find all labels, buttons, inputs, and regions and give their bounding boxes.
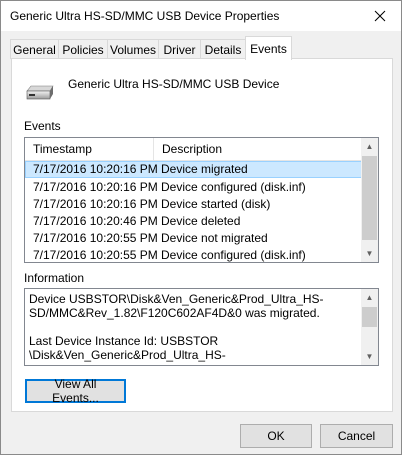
cancel-button[interactable]: Cancel xyxy=(320,424,393,448)
information-scrollbar[interactable]: ▲ ▼ xyxy=(361,289,378,365)
tab-policies[interactable]: Policies xyxy=(58,39,108,59)
event-description: Device configured (disk.inf) xyxy=(161,180,306,194)
tab-driver[interactable]: Driver xyxy=(158,39,201,59)
event-timestamp: 7/17/2016 10:20:16 PM xyxy=(33,180,158,194)
events-scrollbar[interactable]: ▲ ▼ xyxy=(361,138,378,262)
event-description: Device started (disk) xyxy=(161,197,271,211)
scrollbar-thumb[interactable] xyxy=(362,307,377,327)
scroll-up-arrow-icon[interactable]: ▲ xyxy=(361,289,378,306)
event-description: Device deleted xyxy=(161,214,241,228)
information-text: Device USBSTOR\Disk&Ven_Generic&Prod_Ult… xyxy=(29,292,324,362)
events-list[interactable]: Timestamp Description 7/17/2016 10:20:16… xyxy=(24,137,379,263)
event-timestamp: 7/17/2016 10:20:16 PM xyxy=(33,197,158,211)
column-header-description[interactable]: Description xyxy=(154,138,362,160)
ok-button[interactable]: OK xyxy=(240,424,312,448)
tab-general[interactable]: General xyxy=(10,39,59,59)
device-name: Generic Ultra HS-SD/MMC USB Device xyxy=(68,77,280,91)
events-list-header: Timestamp Description xyxy=(25,138,362,161)
event-description: Device not migrated xyxy=(161,231,268,245)
properties-dialog: Generic Ultra HS-SD/MMC USB Device Prope… xyxy=(0,0,402,455)
event-timestamp: 7/17/2016 10:20:55 PM xyxy=(33,231,158,245)
column-header-timestamp[interactable]: Timestamp xyxy=(25,138,153,160)
event-row[interactable]: 7/17/2016 10:20:55 PM Device not migrate… xyxy=(25,230,362,247)
scroll-up-arrow-icon[interactable]: ▲ xyxy=(361,138,378,155)
event-description: Device migrated xyxy=(161,162,248,176)
event-row[interactable]: 7/17/2016 10:20:16 PM Device migrated xyxy=(25,161,362,178)
information-label: Information xyxy=(24,271,85,285)
event-timestamp: 7/17/2016 10:20:16 PM xyxy=(33,162,158,176)
information-textbox[interactable]: Device USBSTOR\Disk&Ven_Generic&Prod_Ult… xyxy=(24,288,379,366)
tab-events[interactable]: Events xyxy=(245,36,292,60)
tab-details[interactable]: Details xyxy=(200,39,246,59)
scrollbar-thumb[interactable] xyxy=(362,156,377,240)
tab-strip: General Policies Volumes Driver Details … xyxy=(1,31,401,61)
event-timestamp: 7/17/2016 10:20:55 PM xyxy=(33,248,158,262)
close-button[interactable] xyxy=(368,4,392,28)
window-title: Generic Ultra HS-SD/MMC USB Device Prope… xyxy=(10,9,280,23)
title-bar: Generic Ultra HS-SD/MMC USB Device Prope… xyxy=(1,1,401,31)
event-row[interactable]: 7/17/2016 10:20:55 PM Device configured … xyxy=(25,247,362,262)
event-description: Device configured (disk.inf) xyxy=(161,248,306,262)
event-timestamp: 7/17/2016 10:20:46 PM xyxy=(33,214,158,228)
events-label: Events xyxy=(24,119,61,133)
event-row[interactable]: 7/17/2016 10:20:46 PM Device deleted xyxy=(25,213,362,230)
scroll-down-arrow-icon[interactable]: ▼ xyxy=(361,245,378,262)
close-icon xyxy=(374,10,386,22)
drive-icon xyxy=(26,85,54,100)
scroll-down-arrow-icon[interactable]: ▼ xyxy=(361,348,378,365)
event-row[interactable]: 7/17/2016 10:20:16 PM Device started (di… xyxy=(25,196,362,213)
tab-volumes[interactable]: Volumes xyxy=(107,39,159,59)
event-row[interactable]: 7/17/2016 10:20:16 PM Device configured … xyxy=(25,179,362,196)
view-all-events-button[interactable]: View All Events... xyxy=(25,377,126,405)
